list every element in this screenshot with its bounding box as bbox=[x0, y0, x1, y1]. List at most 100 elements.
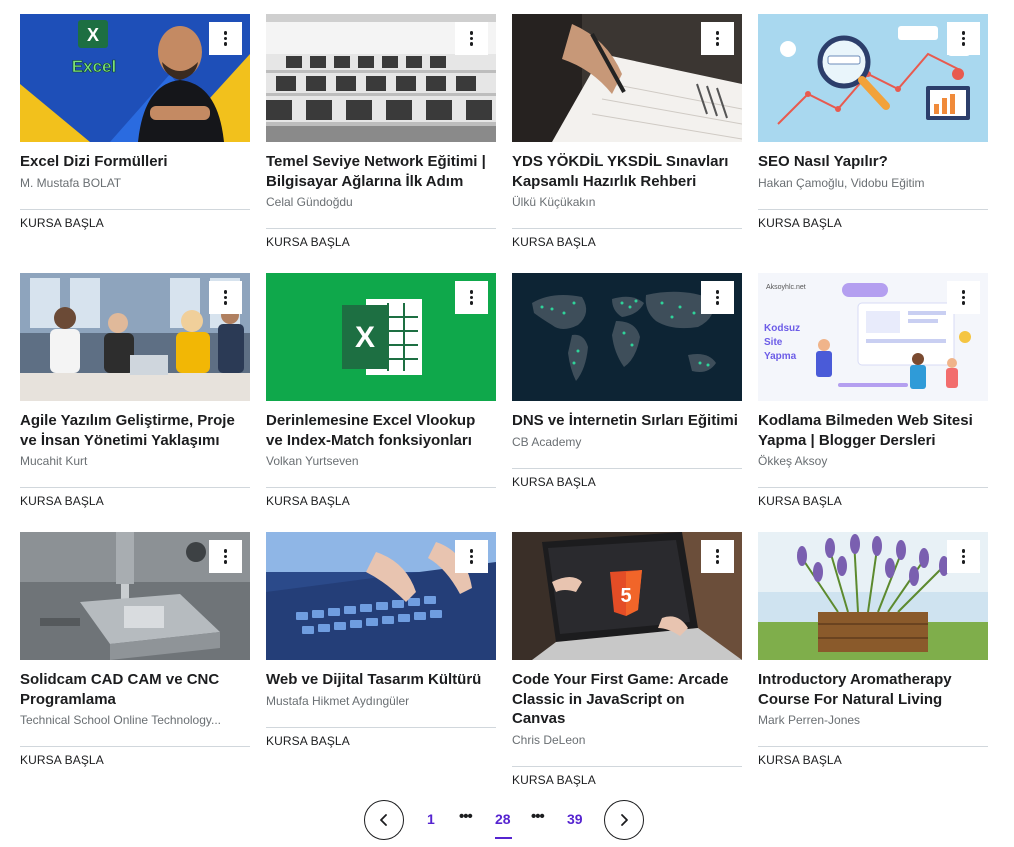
divider bbox=[512, 228, 742, 229]
course-menu-button[interactable] bbox=[701, 22, 734, 55]
divider bbox=[20, 746, 250, 747]
course-instructor: Ökkeş Aksoy bbox=[758, 454, 828, 468]
start-course-link[interactable]: KURSA BAŞLA bbox=[512, 474, 742, 490]
start-course-link[interactable]: KURSA BAŞLA bbox=[266, 733, 496, 749]
more-vertical-icon bbox=[715, 290, 720, 305]
pagination: 1 ••• 28 ••• 39 bbox=[364, 800, 644, 840]
course-thumbnail[interactable] bbox=[266, 532, 496, 660]
course-title[interactable]: DNS ve İnternetin Sırları Eğitimi bbox=[512, 411, 742, 431]
chevron-right-icon bbox=[621, 814, 628, 826]
course-card[interactable]: 5 Code Your First Game: Arcade Classic i… bbox=[512, 532, 742, 788]
course-instructor: Technical School Online Technology... bbox=[20, 713, 222, 727]
course-instructor: Mustafa Hikmet Aydıngüler bbox=[266, 693, 410, 708]
svg-text:Excel: Excel bbox=[72, 57, 116, 76]
course-title[interactable]: Agile Yazılım Geliştirme, Proje ve İnsan… bbox=[20, 411, 250, 450]
more-vertical-icon bbox=[223, 549, 228, 564]
start-course-link[interactable]: KURSA BAŞLA bbox=[20, 493, 250, 509]
course-thumbnail[interactable] bbox=[758, 14, 988, 142]
course-thumbnail[interactable] bbox=[512, 14, 742, 142]
course-menu-button[interactable] bbox=[455, 281, 488, 314]
course-card[interactable]: Solidcam CAD CAM ve CNC Programlama Tech… bbox=[20, 532, 250, 768]
svg-text:Yapma: Yapma bbox=[764, 351, 797, 362]
course-card[interactable]: SEO Nasıl Yapılır? Hakan Çamoğlu, Vidobu… bbox=[758, 14, 988, 231]
course-menu-button[interactable] bbox=[455, 22, 488, 55]
course-instructor: Celal Gündoğdu bbox=[266, 195, 353, 209]
course-thumbnail[interactable]: X bbox=[266, 273, 496, 401]
course-menu-button[interactable] bbox=[947, 281, 980, 314]
course-title[interactable]: Code Your First Game: Arcade Classic in … bbox=[512, 670, 742, 729]
page-1-link[interactable]: 1 bbox=[427, 811, 435, 827]
course-menu-button[interactable] bbox=[455, 540, 488, 573]
course-title[interactable]: Derinlemesine Excel Vlookup ve Index-Mat… bbox=[266, 411, 496, 450]
course-title[interactable]: Web ve Dijital Tasarım Kültürü bbox=[266, 670, 496, 690]
more-vertical-icon bbox=[961, 31, 966, 46]
course-card[interactable]: Aksoyhlc.net Kodsuz Site Yapma Kodlama B… bbox=[758, 273, 988, 509]
course-menu-button[interactable] bbox=[701, 540, 734, 573]
course-card[interactable]: Web ve Dijital Tasarım Kültürü Mustafa H… bbox=[266, 532, 496, 749]
more-vertical-icon bbox=[715, 549, 720, 564]
divider bbox=[758, 208, 988, 210]
course-card[interactable]: Temel Seviye Network Eğitimi | Bilgisaya… bbox=[266, 14, 496, 250]
more-vertical-icon bbox=[715, 31, 720, 46]
svg-text:Aksoyhlc.net: Aksoyhlc.net bbox=[766, 284, 806, 291]
course-menu-button[interactable] bbox=[209, 540, 242, 573]
start-course-link[interactable]: KURSA BAŞLA bbox=[758, 752, 988, 768]
start-course-link[interactable]: KURSA BAŞLA bbox=[20, 752, 250, 768]
course-menu-button[interactable] bbox=[209, 22, 242, 55]
course-title[interactable]: Introductory Aromatherapy Course For Nat… bbox=[758, 670, 988, 709]
start-course-link[interactable]: KURSA BAŞLA bbox=[758, 215, 988, 231]
course-thumbnail[interactable] bbox=[20, 532, 250, 660]
course-instructor: CB Academy bbox=[512, 434, 582, 449]
course-title[interactable]: Temel Seviye Network Eğitimi | Bilgisaya… bbox=[266, 152, 496, 191]
start-course-link[interactable]: KURSA BAŞLA bbox=[512, 772, 742, 788]
more-vertical-icon bbox=[469, 290, 474, 305]
course-thumbnail[interactable] bbox=[758, 532, 988, 660]
course-menu-button[interactable] bbox=[947, 22, 980, 55]
more-vertical-icon bbox=[223, 31, 228, 46]
start-course-link[interactable]: KURSA BAŞLA bbox=[512, 234, 742, 250]
course-card[interactable]: YDS YÖKDİL YKSDİL Sınavları Kapsamlı Haz… bbox=[512, 14, 742, 250]
svg-text:Kodsuz: Kodsuz bbox=[764, 323, 800, 334]
start-course-link[interactable]: KURSA BAŞLA bbox=[758, 493, 988, 509]
course-thumbnail[interactable]: 5 bbox=[512, 532, 742, 660]
course-instructor: Mark Perren-Jones bbox=[758, 713, 861, 727]
course-card[interactable]: DNS ve İnternetin Sırları Eğitimi CB Aca… bbox=[512, 273, 742, 490]
divider bbox=[758, 746, 988, 747]
start-course-link[interactable]: KURSA BAŞLA bbox=[20, 215, 250, 231]
divider bbox=[758, 487, 988, 488]
course-thumbnail[interactable]: X Excel bbox=[20, 14, 250, 142]
course-instructor: Mucahit Kurt bbox=[20, 454, 88, 468]
start-course-link[interactable]: KURSA BAŞLA bbox=[266, 493, 496, 509]
more-vertical-icon bbox=[961, 549, 966, 564]
course-card[interactable]: Introductory Aromatherapy Course For Nat… bbox=[758, 532, 988, 768]
current-page[interactable]: 28 bbox=[495, 811, 511, 827]
divider bbox=[512, 765, 742, 767]
course-title[interactable]: YDS YÖKDİL YKSDİL Sınavları Kapsamlı Haz… bbox=[512, 152, 742, 191]
course-thumbnail[interactable] bbox=[266, 14, 496, 142]
next-page-button[interactable] bbox=[604, 800, 644, 840]
last-page-link[interactable]: 39 bbox=[567, 811, 583, 827]
course-thumbnail[interactable]: Aksoyhlc.net Kodsuz Site Yapma bbox=[758, 273, 988, 401]
course-menu-button[interactable] bbox=[947, 540, 980, 573]
course-thumbnail[interactable] bbox=[20, 273, 250, 401]
divider bbox=[20, 208, 250, 210]
more-vertical-icon bbox=[961, 290, 966, 305]
course-card[interactable]: X Excel Excel Dizi Formülleri M. Mustafa… bbox=[20, 14, 250, 231]
previous-page-button[interactable] bbox=[364, 800, 404, 840]
more-vertical-icon bbox=[469, 31, 474, 46]
course-menu-button[interactable] bbox=[209, 281, 242, 314]
more-vertical-icon bbox=[223, 290, 228, 305]
course-card[interactable]: X Derinlemesine Excel Vlookup ve Index-M… bbox=[266, 273, 496, 509]
svg-text:X: X bbox=[87, 25, 99, 45]
course-thumbnail[interactable] bbox=[512, 273, 742, 401]
course-title[interactable]: Kodlama Bilmeden Web Sitesi Yapma | Blog… bbox=[758, 411, 988, 450]
svg-text:5: 5 bbox=[620, 585, 631, 607]
course-menu-button[interactable] bbox=[701, 281, 734, 314]
course-title[interactable]: SEO Nasıl Yapılır? bbox=[758, 152, 988, 172]
divider bbox=[512, 467, 742, 469]
course-card[interactable]: Agile Yazılım Geliştirme, Proje ve İnsan… bbox=[20, 273, 250, 509]
course-title[interactable]: Solidcam CAD CAM ve CNC Programlama bbox=[20, 670, 250, 709]
start-course-link[interactable]: KURSA BAŞLA bbox=[266, 234, 496, 250]
divider bbox=[266, 726, 496, 728]
course-title[interactable]: Excel Dizi Formülleri bbox=[20, 152, 250, 172]
